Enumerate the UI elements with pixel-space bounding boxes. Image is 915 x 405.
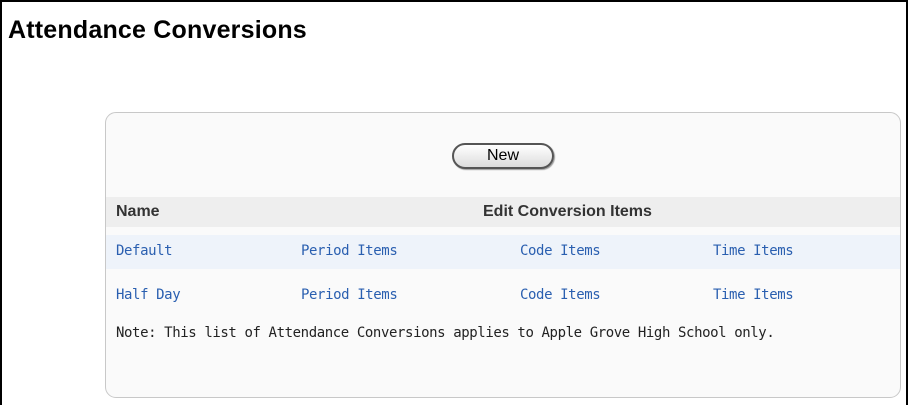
new-button[interactable]: New xyxy=(452,143,554,169)
table-row: Default Period Items Code Items Time Ite… xyxy=(106,235,900,269)
conversions-panel: New Name Edit Conversion Items Default P… xyxy=(105,112,901,398)
name-column-header: Name xyxy=(116,203,160,220)
code-items-link[interactable]: Code Items xyxy=(520,243,601,259)
time-items-link[interactable]: Time Items xyxy=(713,287,794,303)
page-title: Attendance Conversions xyxy=(8,16,307,44)
content-frame: Attendance Conversions New Name Edit Con… xyxy=(0,0,908,405)
table-row: Half Day Period Items Code Items Time It… xyxy=(106,279,900,313)
code-items-link[interactable]: Code Items xyxy=(520,287,601,303)
period-items-link[interactable]: Period Items xyxy=(301,243,398,259)
edit-conversion-items-header: Edit Conversion Items xyxy=(483,203,652,220)
table-header: Name Edit Conversion Items xyxy=(106,197,900,227)
time-items-link[interactable]: Time Items xyxy=(713,243,794,259)
school-scope-note: Note: This list of Attendance Conversion… xyxy=(116,325,775,341)
period-items-link[interactable]: Period Items xyxy=(301,287,398,303)
conversion-name-link[interactable]: Half Day xyxy=(116,287,181,303)
conversion-name-link[interactable]: Default xyxy=(116,243,173,259)
